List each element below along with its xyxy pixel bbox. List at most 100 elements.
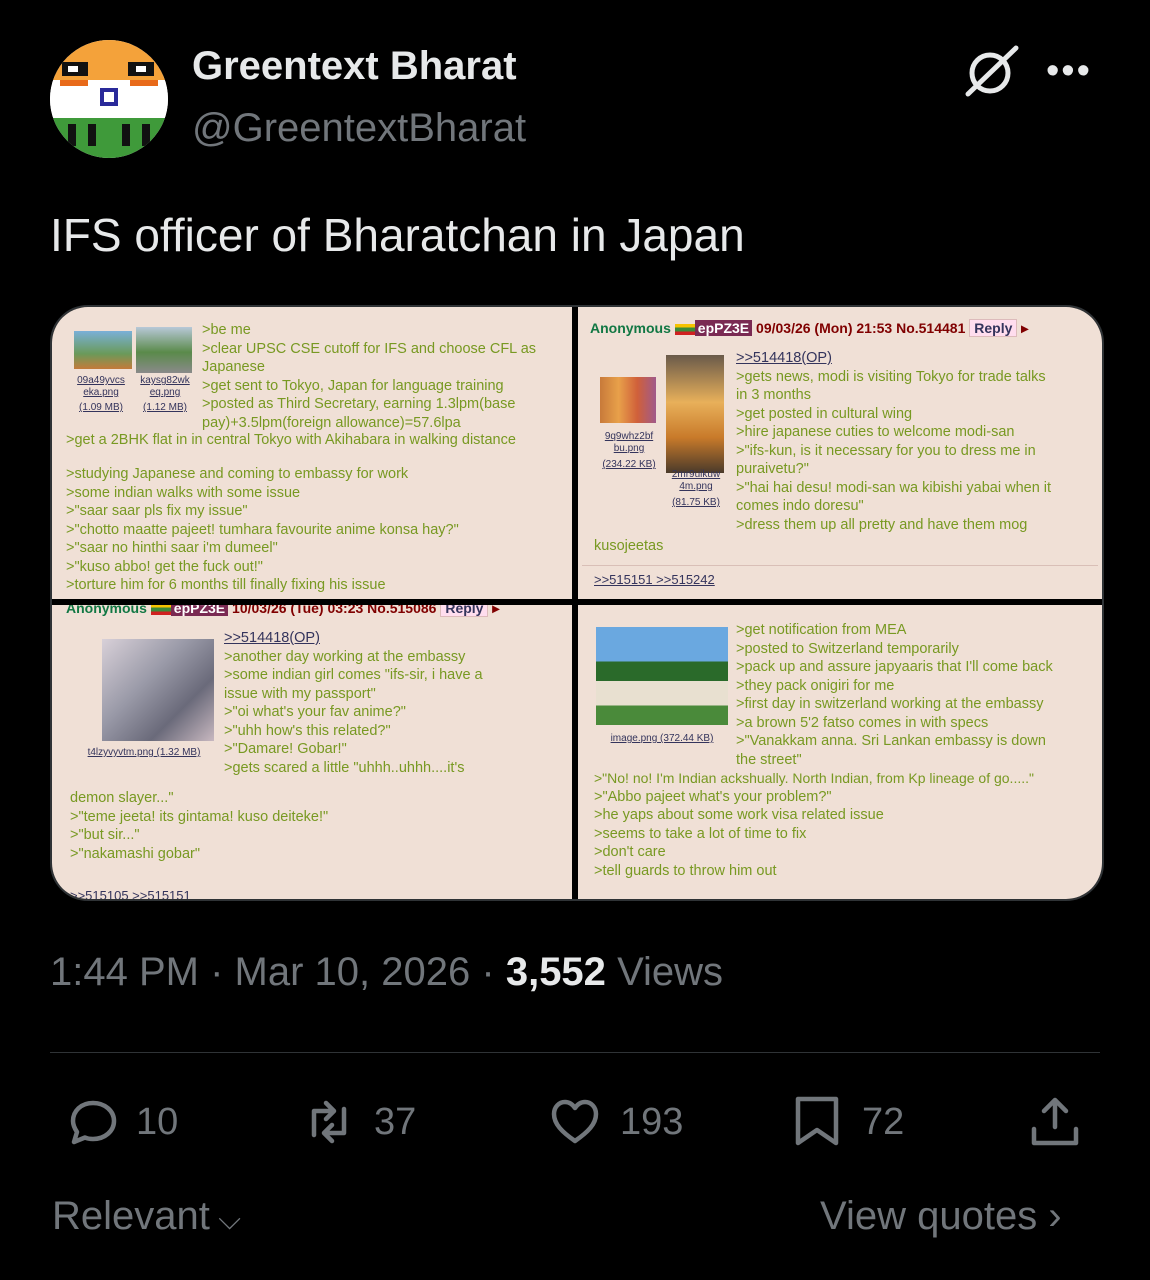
file-name-link[interactable]: 9q9whz2bf bu.png [594, 431, 664, 455]
post-panel-2[interactable]: Anonymous epPZ3E 09/03/26 (Mon) 21:53 No… [578, 307, 1102, 599]
file-name-link[interactable]: 09a49yvcs eka.png [68, 375, 134, 399]
greentext-line: >studying Japanese and coming to embassy… [66, 466, 409, 482]
country-flag-icon [674, 323, 695, 335]
avatar-pixel-art [50, 40, 168, 158]
grok-icon[interactable] [962, 44, 1022, 98]
greentext-line: >"but sir..." [70, 827, 140, 843]
greentext-line: >dress them up all pretty and have them … [736, 516, 1028, 533]
greentext-line: >seems to take a lot of time to fix [594, 825, 807, 842]
greentext-line: >some indian girl comes "ifs-sir, i have… [224, 667, 483, 683]
greentext-line: >gets scared a little "uhhh..uhhh....it'… [224, 759, 465, 776]
post-body: demon slayer..." >"teme jeeta! its ginta… [70, 789, 328, 863]
quote-link[interactable]: >>514418(OP) [224, 629, 483, 648]
greentext-line: demon slayer..." [70, 790, 174, 806]
country-flag-icon [150, 605, 171, 615]
greentext-line: >get sent to Tokyo, Japan for language t… [202, 377, 504, 394]
post-datetime: 10/03/26 (Tue) 03:23 No.515086 [232, 605, 437, 616]
greentext-line: >first day in switzerland working at the… [736, 696, 1044, 712]
quote-link[interactable]: >>514418(OP) [736, 349, 1051, 368]
greentext-line: >torture him for 6 months till finally f… [66, 577, 386, 593]
file-size: (1.09 MB) [79, 402, 123, 413]
greentext-line: >"teme jeeta! its gintama! kuso deiteke!… [70, 808, 329, 825]
file-name-link[interactable]: 2mr9uikuw 4m.png [664, 469, 728, 493]
greentext-line: >"chotto maatte pajeet! tumhara favourit… [66, 521, 459, 538]
greentext-line: >pack up and assure japyaaris that I'll … [736, 659, 1053, 675]
greentext-line: >"oi what's your fav anime?" [224, 704, 406, 720]
sort-label: Relevant [52, 1194, 210, 1238]
post-header: Anonymous epPZ3E 10/03/26 (Tue) 03:23 No… [66, 605, 499, 618]
reply-button[interactable]: 10 [66, 1095, 178, 1149]
view-quotes-label: View quotes [820, 1194, 1038, 1238]
file-name-link[interactable]: t4lzyvyvtm.png (1.32 MB) [74, 747, 214, 759]
greentext-line: >gets news, modi is visiting Tokyo for t… [736, 368, 1046, 385]
thumbnail-image[interactable] [600, 377, 656, 423]
file-size: (234.22 KB) [602, 459, 656, 470]
poster-name: Anonymous [66, 605, 147, 616]
greentext-line: >"hai hai desu! modi-san wa kibishi yaba… [736, 479, 1052, 496]
view-quotes-link[interactable]: View quotes › [820, 1194, 1062, 1239]
thumbnail-image[interactable] [136, 327, 192, 373]
file-name-link[interactable]: kaysg82wk eq.png [134, 375, 196, 399]
greentext-line: in 3 months [736, 387, 811, 403]
reply-button[interactable]: Reply [440, 605, 489, 617]
divider [582, 565, 1098, 566]
thumbnail-image[interactable] [102, 639, 214, 741]
author-name[interactable]: Greentext Bharat [192, 44, 517, 89]
repost-count: 37 [374, 1100, 417, 1143]
bookmark-count: 72 [862, 1100, 905, 1143]
reply-button[interactable]: Reply [969, 319, 1018, 337]
post-header: Anonymous epPZ3E 09/03/26 (Mon) 21:53 No… [590, 319, 1029, 337]
post-panel-3[interactable]: Anonymous epPZ3E 10/03/26 (Tue) 03:23 No… [52, 605, 572, 899]
greentext-line: >clear UPSC CSE cutoff for IFS and choos… [202, 340, 537, 357]
like-count: 193 [620, 1100, 684, 1143]
share-button[interactable] [1028, 1095, 1082, 1149]
repost-icon [311, 1100, 347, 1144]
bookmark-button[interactable]: 72 [790, 1095, 904, 1149]
post-panel-4[interactable]: image.png (372.44 KB) >get notification … [578, 605, 1102, 899]
divider [50, 1052, 1100, 1053]
repost-button[interactable]: 37 [302, 1095, 416, 1149]
thumbnail-image[interactable] [666, 355, 724, 473]
post-body: >>514418(OP) >gets news, modi is visitin… [736, 349, 1051, 534]
chevron-right-icon: › [1037, 1194, 1062, 1238]
greentext-line: issue with my passport" [224, 685, 376, 702]
backlinks[interactable]: >>515105 >>515151 [70, 887, 191, 899]
post-body: >>514418(OP) >another day working at the… [224, 629, 483, 777]
greentext-line: >be me [202, 322, 251, 338]
tweet-media[interactable]: 09a49yvcs eka.png (1.09 MB) kaysg82wk eq… [50, 305, 1104, 901]
greentext-line: >posted to Switzerland temporarily [736, 640, 959, 657]
post-body: >studying Japanese and coming to embassy… [66, 465, 459, 595]
tweet-meta: 1:44 PM · Mar 10, 2026 · 3,552 Views [50, 950, 723, 995]
thumbnail-image[interactable] [596, 627, 728, 725]
greentext-line: >hire japanese cuties to welcome modi-sa… [736, 424, 1015, 440]
poster-id: epPZ3E [694, 320, 753, 336]
separator-dot: · [481, 950, 495, 994]
file-name-link[interactable]: image.png (372.44 KB) [596, 733, 728, 745]
post-panel-1[interactable]: 09a49yvcs eka.png (1.09 MB) kaysg82wk eq… [52, 307, 572, 599]
reply-count: 10 [136, 1100, 179, 1143]
chevron-down-icon: ⌵ [209, 1203, 241, 1236]
greentext-line: >"Vanakkam anna. Sri Lankan embassy is d… [736, 733, 1046, 749]
file-size: (81.75 KB) [672, 497, 720, 508]
more-options-icon[interactable]: ••• [1046, 50, 1092, 93]
author-handle[interactable]: @GreentextBharat [192, 106, 526, 151]
avatar[interactable] [50, 40, 168, 158]
greentext-line: >they pack onigiri for me [736, 677, 895, 694]
backlinks[interactable]: >>515151 >>515242 [594, 571, 715, 590]
tweet-date[interactable]: Mar 10, 2026 [235, 950, 471, 994]
greentext-line: >another day working at the embassy [224, 648, 466, 665]
greentext-line: >"ifs-kun, is it necessary for you to dr… [736, 442, 1036, 459]
greentext-line: the street" [736, 751, 802, 768]
tweet-time[interactable]: 1:44 PM [50, 950, 199, 994]
post-datetime: 09/03/26 (Mon) 21:53 No.514481 [756, 320, 966, 336]
greentext-line: Japanese [202, 359, 265, 375]
reply-icon [70, 1100, 117, 1145]
greentext-line: >"Abbo pajeet what's your problem?" [594, 788, 832, 805]
thumbnail-image[interactable] [74, 331, 132, 369]
like-button[interactable]: 193 [548, 1095, 683, 1149]
post-body: >get notification from MEA >posted to Sw… [736, 621, 1053, 769]
sort-dropdown[interactable]: Relevant ⌵ [52, 1194, 241, 1239]
poster-id: epPZ3E [170, 605, 229, 616]
heart-icon [551, 1099, 599, 1144]
views-count: 3,552 [505, 950, 606, 994]
